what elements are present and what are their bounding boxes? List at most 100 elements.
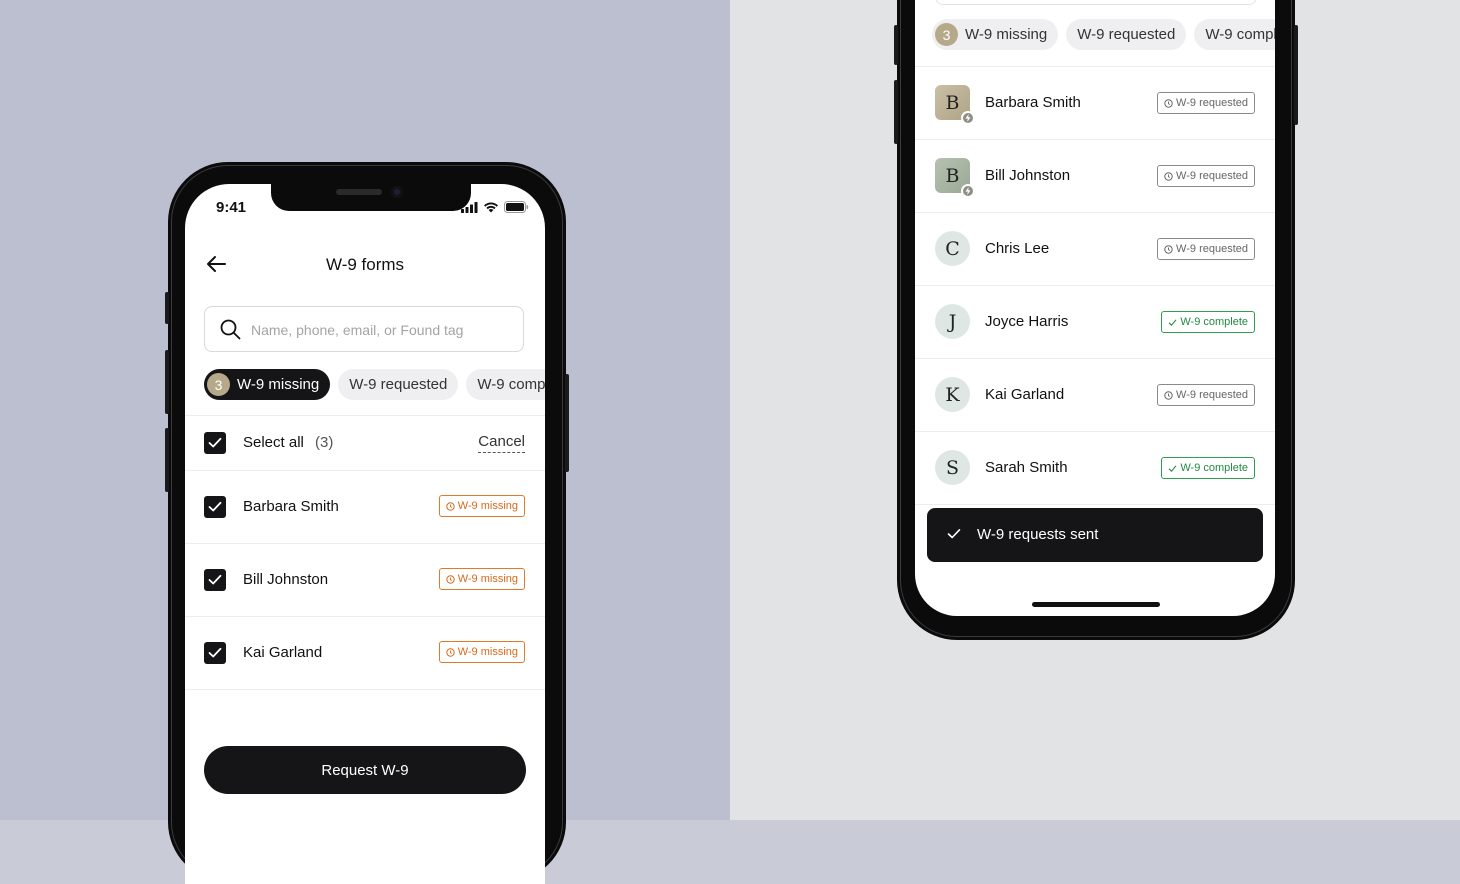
status-badge-label: W-9 requested — [1176, 97, 1248, 109]
select-all-checkbox[interactable] — [204, 432, 226, 454]
status-badge: W-9 requested — [1157, 92, 1255, 114]
select-all-label: Select all — [243, 434, 304, 451]
power-button — [1294, 25, 1298, 125]
chip-w9-missing[interactable]: 3 W-9 missing — [204, 369, 331, 400]
chip-w9-requested[interactable]: W-9 requested — [338, 369, 459, 400]
avatar-initial: K — [945, 383, 960, 406]
clock-icon — [1164, 171, 1173, 181]
status-badge-label: W-9 requested — [1176, 389, 1248, 401]
status-badge-label: W-9 complete — [1180, 316, 1248, 328]
contact-name: Joyce Harris — [985, 313, 1069, 330]
volume-down-button — [165, 428, 169, 492]
list-item[interactable]: B Barbara Smith W-9 requested — [915, 67, 1275, 140]
contact-name: Kai Garland — [985, 386, 1065, 403]
list-item[interactable]: B Bill Johnston W-9 requested — [915, 140, 1275, 213]
battery-icon — [504, 201, 529, 213]
signal-icon — [461, 201, 478, 213]
avatar-initial: B — [945, 164, 960, 187]
list-item[interactable]: J Joyce Harris W-9 complete — [915, 286, 1275, 359]
status-badge: W-9 missing — [438, 641, 525, 663]
search-icon — [220, 319, 241, 340]
list-item[interactable]: Kai Garland W-9 missing — [185, 617, 545, 690]
chip-count-badge: 3 — [935, 23, 958, 46]
contact-name: Barbara Smith — [985, 94, 1081, 111]
clock-icon — [445, 574, 455, 584]
avatar-initial: C — [945, 237, 960, 260]
bolt-icon — [961, 111, 975, 125]
chip-label: W-9 complete — [477, 376, 545, 393]
clock-icon — [1164, 244, 1173, 254]
search-box-edge — [935, 0, 1257, 5]
chip-label: W-9 requested — [1077, 26, 1176, 43]
chip-w9-missing[interactable]: 3 W-9 missing — [932, 19, 1059, 50]
status-badge: W-9 complete — [1161, 311, 1255, 333]
filter-chips: 3 W-9 missing W-9 requested W-9 complete — [204, 369, 545, 400]
power-button — [565, 374, 569, 472]
search-input[interactable] — [249, 307, 513, 353]
clock-icon — [445, 647, 455, 657]
select-all-count: (3) — [315, 434, 334, 451]
list-item[interactable]: C Chris Lee W-9 requested — [915, 213, 1275, 286]
status-badge-label: W-9 missing — [457, 500, 518, 512]
chip-w9-complete[interactable]: W-9 complete — [1194, 19, 1275, 50]
page-title: W-9 forms — [325, 255, 405, 274]
list-item[interactable]: K Kai Garland W-9 requested — [915, 359, 1275, 432]
filter-chips: 3 W-9 missing W-9 requested W-9 complete — [932, 19, 1275, 50]
status-badge: W-9 requested — [1157, 165, 1255, 187]
select-all-row: Select all (3) Cancel — [185, 416, 545, 470]
mute-switch — [165, 292, 169, 324]
volume-up-button — [894, 25, 898, 65]
clock-icon — [1164, 390, 1173, 400]
phone-right: 3 W-9 missing W-9 requested W-9 complete… — [894, 0, 1298, 640]
check-icon — [1168, 318, 1177, 326]
status-badge-label: W-9 missing — [457, 573, 518, 585]
chip-label: W-9 missing — [237, 376, 320, 393]
volume-up-button — [165, 350, 169, 414]
status-badge-label: W-9 requested — [1176, 170, 1248, 182]
contact-name: Sarah Smith — [985, 459, 1068, 476]
check-icon — [208, 647, 222, 658]
contact-name: Bill Johnston — [985, 167, 1071, 184]
toast-message: W-9 requests sent — [977, 526, 1099, 543]
chip-count-badge: 3 — [207, 373, 230, 396]
row-checkbox[interactable] — [204, 642, 226, 664]
screen-left: 9:41 W-9 forms 3 W-9 missing W-9 request… — [185, 184, 545, 884]
chip-w9-requested[interactable]: W-9 requested — [1066, 19, 1187, 50]
check-icon — [208, 574, 222, 585]
request-w9-button[interactable]: Request W-9 — [204, 746, 526, 794]
toast-notification: W-9 requests sent — [927, 508, 1263, 562]
clock-icon — [445, 501, 455, 511]
list-item[interactable]: Bill Johnston W-9 missing — [185, 544, 545, 617]
contact-name: Chris Lee — [985, 240, 1050, 257]
status-badge: W-9 requested — [1157, 238, 1255, 260]
contact-name: Kai Garland — [243, 644, 323, 661]
check-icon — [208, 501, 222, 512]
cancel-button[interactable]: Cancel — [478, 433, 525, 453]
avatar-initial: B — [945, 91, 960, 114]
avatar: S — [935, 450, 970, 485]
avatar: B — [935, 158, 975, 198]
status-badge: W-9 complete — [1161, 457, 1255, 479]
bolt-icon — [961, 184, 975, 198]
list-item[interactable]: Barbara Smith W-9 missing — [185, 471, 545, 544]
wifi-icon — [484, 202, 498, 212]
check-icon — [947, 529, 961, 539]
avatar: B — [935, 85, 975, 125]
chip-label: W-9 missing — [965, 26, 1048, 43]
avatar-initial: S — [945, 456, 960, 479]
list-item[interactable]: S Sarah Smith W-9 complete — [915, 432, 1275, 505]
chip-label: W-9 complete — [1205, 26, 1275, 43]
row-checkbox[interactable] — [204, 569, 226, 591]
clock-icon — [1164, 98, 1173, 108]
notch — [271, 184, 471, 211]
avatar-initial: J — [948, 310, 957, 333]
status-badge-label: W-9 complete — [1180, 462, 1248, 474]
chip-label: W-9 requested — [349, 376, 448, 393]
status-badge-label: W-9 missing — [457, 646, 518, 658]
avatar: J — [935, 304, 970, 339]
check-icon — [1168, 464, 1177, 472]
chip-w9-complete[interactable]: W-9 complete — [466, 369, 545, 400]
row-checkbox[interactable] — [204, 496, 226, 518]
search-box[interactable] — [204, 306, 524, 353]
phone-left: 9:41 W-9 forms 3 W-9 missing W-9 request… — [165, 162, 569, 884]
